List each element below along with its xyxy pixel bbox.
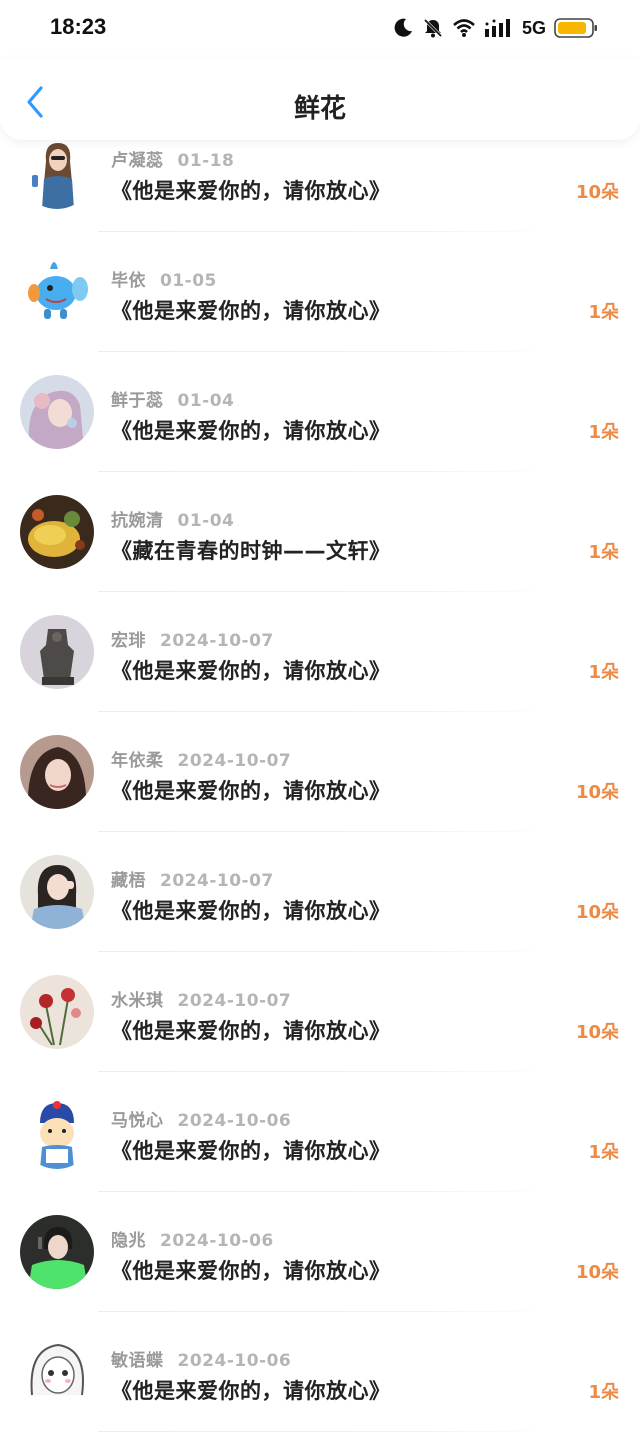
flower-count: 1朵 xyxy=(588,1142,619,1163)
article-title: 《他是来爱你的，请你放心》 xyxy=(111,659,391,683)
list-item[interactable]: 宏琲 2024-10-07 《他是来爱你的，请你放心》 1朵 xyxy=(0,592,640,712)
sent-date: 2024-10-07 xyxy=(177,751,292,771)
avatar-cartoon-hat-icon xyxy=(20,1095,94,1169)
list-item[interactable]: 隐兆 2024-10-06 《他是来爱你的，请你放心》 10朵 xyxy=(0,1192,640,1312)
avatar-anime-sketch-icon xyxy=(20,1335,94,1409)
bell-off-icon xyxy=(423,18,443,38)
status-time: 18:23 xyxy=(50,14,107,39)
sender-name: 隐兆 2024-10-06 xyxy=(111,1231,274,1251)
sender-name: 藏梧 2024-10-07 xyxy=(111,871,274,891)
avatar[interactable] xyxy=(20,975,94,1049)
flower-list: 卢凝蕊 01-18 《他是来爱你的，请你放心》 10朵 毕依 01-05 《他是来爱… xyxy=(0,112,640,1432)
list-item[interactable]: 毕依 01-05 《他是来爱你的，请你放心》 1朵 xyxy=(0,232,640,352)
avatar-girl-denim-icon xyxy=(20,855,94,929)
sent-date: 2024-10-06 xyxy=(177,1351,292,1371)
article-title: 《他是来爱你的，请你放心》 xyxy=(111,1139,391,1163)
article-title: 《他是来爱你的，请你放心》 xyxy=(111,179,391,203)
avatar[interactable] xyxy=(20,135,94,209)
article-title: 《他是来爱你的，请你放心》 xyxy=(111,779,391,803)
avatar-blue-creature-icon xyxy=(20,255,94,329)
flower-count: 10朵 xyxy=(575,1262,619,1283)
avatar[interactable] xyxy=(20,375,94,449)
status-bar: 18:23 5G xyxy=(0,0,640,58)
avatar[interactable] xyxy=(20,615,94,689)
avatar-pastel-girl-icon xyxy=(20,375,94,449)
sent-date: 2024-10-07 xyxy=(160,631,274,651)
sender-name: 鲜于蕊 01-04 xyxy=(111,391,235,411)
avatar-roses-icon xyxy=(20,975,94,1049)
list-item[interactable]: 藏梧 2024-10-07 《他是来爱你的，请你放心》 10朵 xyxy=(0,832,640,952)
sender-name: 马悦心 2024-10-06 xyxy=(111,1111,292,1131)
avatar-bronze-statue-icon xyxy=(20,615,94,689)
avatar-girl-sunglasses-icon xyxy=(20,135,94,209)
sent-date: 01-05 xyxy=(160,271,217,291)
moon-icon xyxy=(394,18,412,37)
header-bar: 鲜花 xyxy=(0,58,640,140)
avatar[interactable] xyxy=(20,495,94,569)
flower-count: 1朵 xyxy=(588,542,619,563)
avatar[interactable] xyxy=(20,1215,94,1289)
network-label: 5G xyxy=(521,17,546,38)
list-item[interactable]: 年依柔 2024-10-07 《他是来爱你的，请你放心》 10朵 xyxy=(0,712,640,832)
flower-count: 1朵 xyxy=(588,1382,619,1403)
article-title: 《藏在青春的时钟——文轩》 xyxy=(111,539,391,563)
sent-date: 01-04 xyxy=(177,511,235,531)
sender-name: 敏语蝶 2024-10-06 xyxy=(111,1351,292,1371)
list-item[interactable]: 抗婉清 01-04 《藏在青春的时钟——文轩》 1朵 xyxy=(0,472,640,592)
divider xyxy=(98,1431,556,1432)
sent-date: 2024-10-07 xyxy=(160,871,274,891)
flower-count: 1朵 xyxy=(588,662,619,683)
avatar-food-dish-icon xyxy=(20,495,94,569)
sent-date: 01-18 xyxy=(177,151,235,171)
sent-date: 01-04 xyxy=(177,391,235,411)
sender-name: 抗婉清 01-04 xyxy=(111,511,235,531)
article-title: 《他是来爱你的，请你放心》 xyxy=(111,419,391,443)
wifi-icon xyxy=(453,19,475,37)
list-item[interactable]: 敏语蝶 2024-10-06 《他是来爱你的，请你放心》 1朵 xyxy=(0,1312,640,1432)
article-title: 《他是来爱你的，请你放心》 xyxy=(111,1259,391,1283)
sent-date: 2024-10-07 xyxy=(177,991,292,1011)
sender-name: 水米琪 2024-10-07 xyxy=(111,991,292,1011)
signal-icon xyxy=(484,19,510,37)
avatar-dark-hair-girl-icon xyxy=(20,735,94,809)
list-item[interactable]: 鲜于蕊 01-04 《他是来爱你的，请你放心》 1朵 xyxy=(0,352,640,472)
list-item[interactable]: 水米琪 2024-10-07 《他是来爱你的，请你放心》 10朵 xyxy=(0,952,640,1072)
sender-name: 毕依 01-05 xyxy=(111,271,217,291)
status-icons: 5G xyxy=(392,14,598,42)
avatar[interactable] xyxy=(20,255,94,329)
sender-name: 年依柔 2024-10-07 xyxy=(111,751,292,771)
avatar[interactable] xyxy=(20,1095,94,1169)
avatar[interactable] xyxy=(20,855,94,929)
sender-name: 宏琲 2024-10-07 xyxy=(111,631,274,651)
flower-count: 1朵 xyxy=(588,302,619,323)
list-item[interactable]: 马悦心 2024-10-06 《他是来爱你的，请你放心》 1朵 xyxy=(0,1072,640,1192)
page-title: 鲜花 xyxy=(293,94,346,124)
avatar[interactable] xyxy=(20,735,94,809)
avatar[interactable] xyxy=(20,1335,94,1409)
sender-name: 卢凝蕊 01-18 xyxy=(111,151,235,171)
flower-count: 10朵 xyxy=(575,182,619,203)
flower-count: 10朵 xyxy=(575,1022,619,1043)
flower-count: 10朵 xyxy=(575,902,619,923)
article-title: 《他是来爱你的，请你放心》 xyxy=(111,299,391,323)
sent-date: 2024-10-06 xyxy=(177,1111,292,1131)
flower-count: 1朵 xyxy=(588,422,619,443)
flower-count: 10朵 xyxy=(575,782,619,803)
article-title: 《他是来爱你的，请你放心》 xyxy=(111,899,391,923)
article-title: 《他是来爱你的，请你放心》 xyxy=(111,1379,391,1403)
article-title: 《他是来爱你的，请你放心》 xyxy=(111,1019,391,1043)
sent-date: 2024-10-06 xyxy=(160,1231,274,1251)
avatar-green-jacket-icon xyxy=(20,1215,94,1289)
battery-icon xyxy=(554,18,597,38)
